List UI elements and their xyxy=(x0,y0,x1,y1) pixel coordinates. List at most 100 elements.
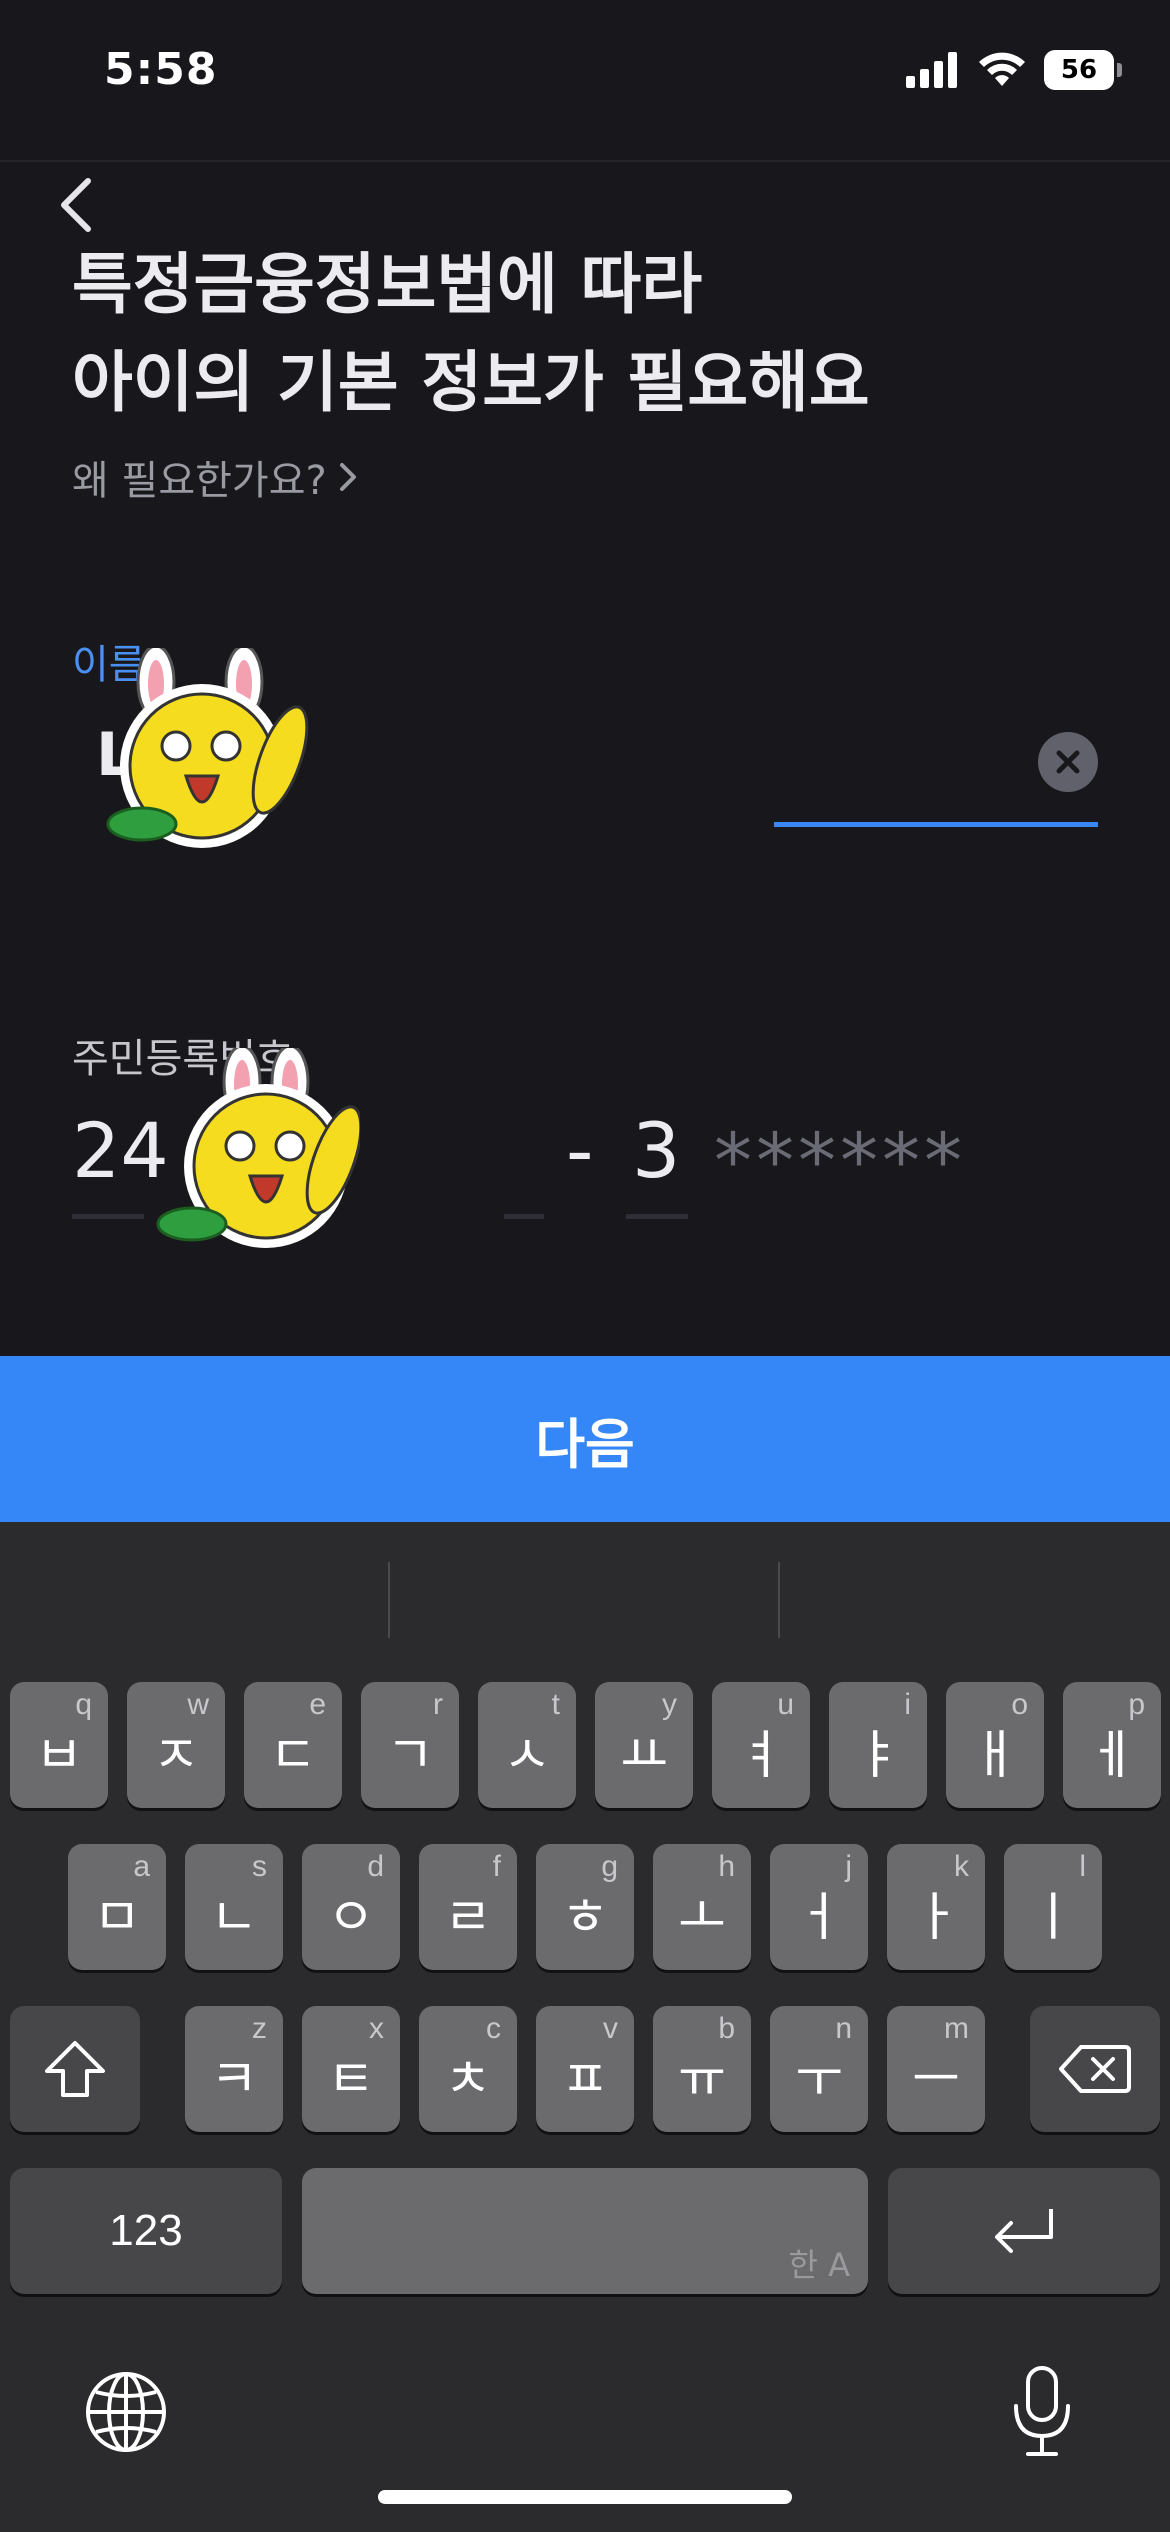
key-ㅍ[interactable]: vㅍ xyxy=(536,2006,634,2132)
resident-number-dash: - xyxy=(566,1106,594,1195)
key-char: ㅓ xyxy=(795,1887,843,1948)
sticker-redaction-icon xyxy=(106,648,309,848)
key-char: ㅌ xyxy=(327,2049,375,2110)
numbers-key[interactable]: 123 xyxy=(10,2168,282,2294)
key-char: ㄱ xyxy=(386,1725,434,1786)
suggestion-divider xyxy=(778,1562,780,1638)
key-char: ㅍ xyxy=(561,2049,609,2110)
delete-key[interactable] xyxy=(1030,2006,1160,2132)
header-divider xyxy=(0,160,1170,162)
page-title: 특정금융정보법에 따라 아이의 기본 정보가 필요해요 xyxy=(72,236,870,432)
key-char: ㅑ xyxy=(854,1725,902,1786)
key-hint: q xyxy=(75,1688,92,1721)
key-ㅌ[interactable]: xㅌ xyxy=(302,2006,400,2132)
title-line-1: 특정금융정보법에 따라 xyxy=(72,246,703,323)
key-ㅓ[interactable]: jㅓ xyxy=(770,1844,868,1970)
key-hint: p xyxy=(1128,1688,1145,1721)
key-ㅅ[interactable]: tㅅ xyxy=(478,1682,576,1808)
key-ㅏ[interactable]: kㅏ xyxy=(887,1844,985,1970)
key-ㅠ[interactable]: bㅠ xyxy=(653,2006,751,2132)
key-char: ㅠ xyxy=(678,2049,726,2110)
key-char: ㅔ xyxy=(1088,1725,1136,1786)
back-underline xyxy=(626,1214,688,1219)
key-hint: a xyxy=(133,1850,150,1883)
key-hint: u xyxy=(777,1688,794,1721)
resident-number-mask: ****** xyxy=(714,1116,966,1205)
key-ㅡ[interactable]: mㅡ xyxy=(887,2006,985,2132)
key-char: ㅜ xyxy=(795,2049,843,2110)
key-char: ㅊ xyxy=(444,2049,492,2110)
space-key[interactable]: 한 A xyxy=(302,2168,868,2294)
key-hint: n xyxy=(835,2012,852,2045)
globe-icon[interactable] xyxy=(82,2368,170,2456)
key-ㅣ[interactable]: lㅣ xyxy=(1004,1844,1102,1970)
key-hint: z xyxy=(252,2012,267,2045)
battery-level: 56 xyxy=(1060,55,1098,85)
suggestion-divider xyxy=(388,1562,390,1638)
key-hint: d xyxy=(367,1850,384,1883)
key-ㅕ[interactable]: uㅕ xyxy=(712,1682,810,1808)
return-key[interactable] xyxy=(888,2168,1160,2294)
key-hint: y xyxy=(662,1688,677,1721)
key-hint: w xyxy=(187,1688,209,1721)
key-char: ㅁ xyxy=(93,1887,141,1948)
key-hint: l xyxy=(1079,1850,1086,1883)
key-ㄹ[interactable]: fㄹ xyxy=(419,1844,517,1970)
key-char: ㅐ xyxy=(971,1725,1019,1786)
home-indicator xyxy=(378,2490,792,2504)
key-char: ㄹ xyxy=(444,1887,492,1948)
back-button[interactable] xyxy=(46,170,106,240)
key-char: ㅎ xyxy=(561,1887,609,1948)
key-ㅋ[interactable]: zㅋ xyxy=(185,2006,283,2132)
key-ㅈ[interactable]: wㅈ xyxy=(127,1682,225,1808)
return-icon xyxy=(995,2209,1053,2253)
key-char: ㄷ xyxy=(269,1725,317,1786)
key-hint: c xyxy=(486,2012,501,2045)
key-hint: t xyxy=(551,1688,560,1721)
key-char: ㅇ xyxy=(327,1887,375,1948)
key-ㅜ[interactable]: nㅜ xyxy=(770,2006,868,2132)
key-hint: s xyxy=(252,1850,267,1883)
key-char: ㅣ xyxy=(1029,1887,1077,1948)
key-char: ㅂ xyxy=(35,1725,83,1786)
key-ㅔ[interactable]: pㅔ xyxy=(1063,1682,1161,1808)
key-char: ㅅ xyxy=(503,1725,551,1786)
microphone-icon[interactable] xyxy=(1010,2364,1074,2460)
key-hint: b xyxy=(718,2012,735,2045)
key-ㅛ[interactable]: yㅛ xyxy=(595,1682,693,1808)
key-hint: i xyxy=(904,1688,911,1721)
key-ㄷ[interactable]: eㄷ xyxy=(244,1682,342,1808)
key-char: ㅗ xyxy=(678,1887,726,1948)
key-ㅁ[interactable]: aㅁ xyxy=(68,1844,166,1970)
key-ㅊ[interactable]: cㅊ xyxy=(419,2006,517,2132)
wifi-icon xyxy=(979,52,1025,86)
why-needed-label: 왜 필요한가요? xyxy=(72,458,327,504)
status-bar: 5:58 56 xyxy=(0,0,1170,150)
key-hint: g xyxy=(601,1850,618,1883)
key-ㄱ[interactable]: rㄱ xyxy=(361,1682,459,1808)
close-icon xyxy=(1056,750,1080,774)
key-char: ㄴ xyxy=(210,1887,258,1948)
key-ㄴ[interactable]: sㄴ xyxy=(185,1844,283,1970)
title-line-2: 아이의 기본 정보가 필요해요 xyxy=(72,344,870,421)
clear-name-button[interactable] xyxy=(1038,732,1098,792)
key-hint: v xyxy=(603,2012,618,2045)
key-ㅑ[interactable]: iㅑ xyxy=(829,1682,927,1808)
shift-icon xyxy=(45,2041,105,2097)
key-ㅂ[interactable]: qㅂ xyxy=(10,1682,108,1808)
key-ㅐ[interactable]: oㅐ xyxy=(946,1682,1044,1808)
battery-icon: 56 xyxy=(1044,50,1122,90)
why-needed-link[interactable]: 왜 필요한가요? xyxy=(72,448,357,506)
chevron-right-icon xyxy=(339,463,356,491)
key-hint: h xyxy=(718,1850,735,1883)
next-button[interactable]: 다음 xyxy=(0,1356,1170,1522)
shift-key[interactable] xyxy=(10,2006,140,2132)
key-char: ㅡ xyxy=(912,2049,960,2110)
key-ㅎ[interactable]: gㅎ xyxy=(536,1844,634,1970)
name-input-underline xyxy=(774,822,1098,827)
key-hint: r xyxy=(433,1688,443,1721)
status-time: 5:58 xyxy=(104,44,218,95)
key-ㅗ[interactable]: hㅗ xyxy=(653,1844,751,1970)
key-ㅇ[interactable]: dㅇ xyxy=(302,1844,400,1970)
resident-number-back-input[interactable]: 3 xyxy=(632,1106,680,1195)
